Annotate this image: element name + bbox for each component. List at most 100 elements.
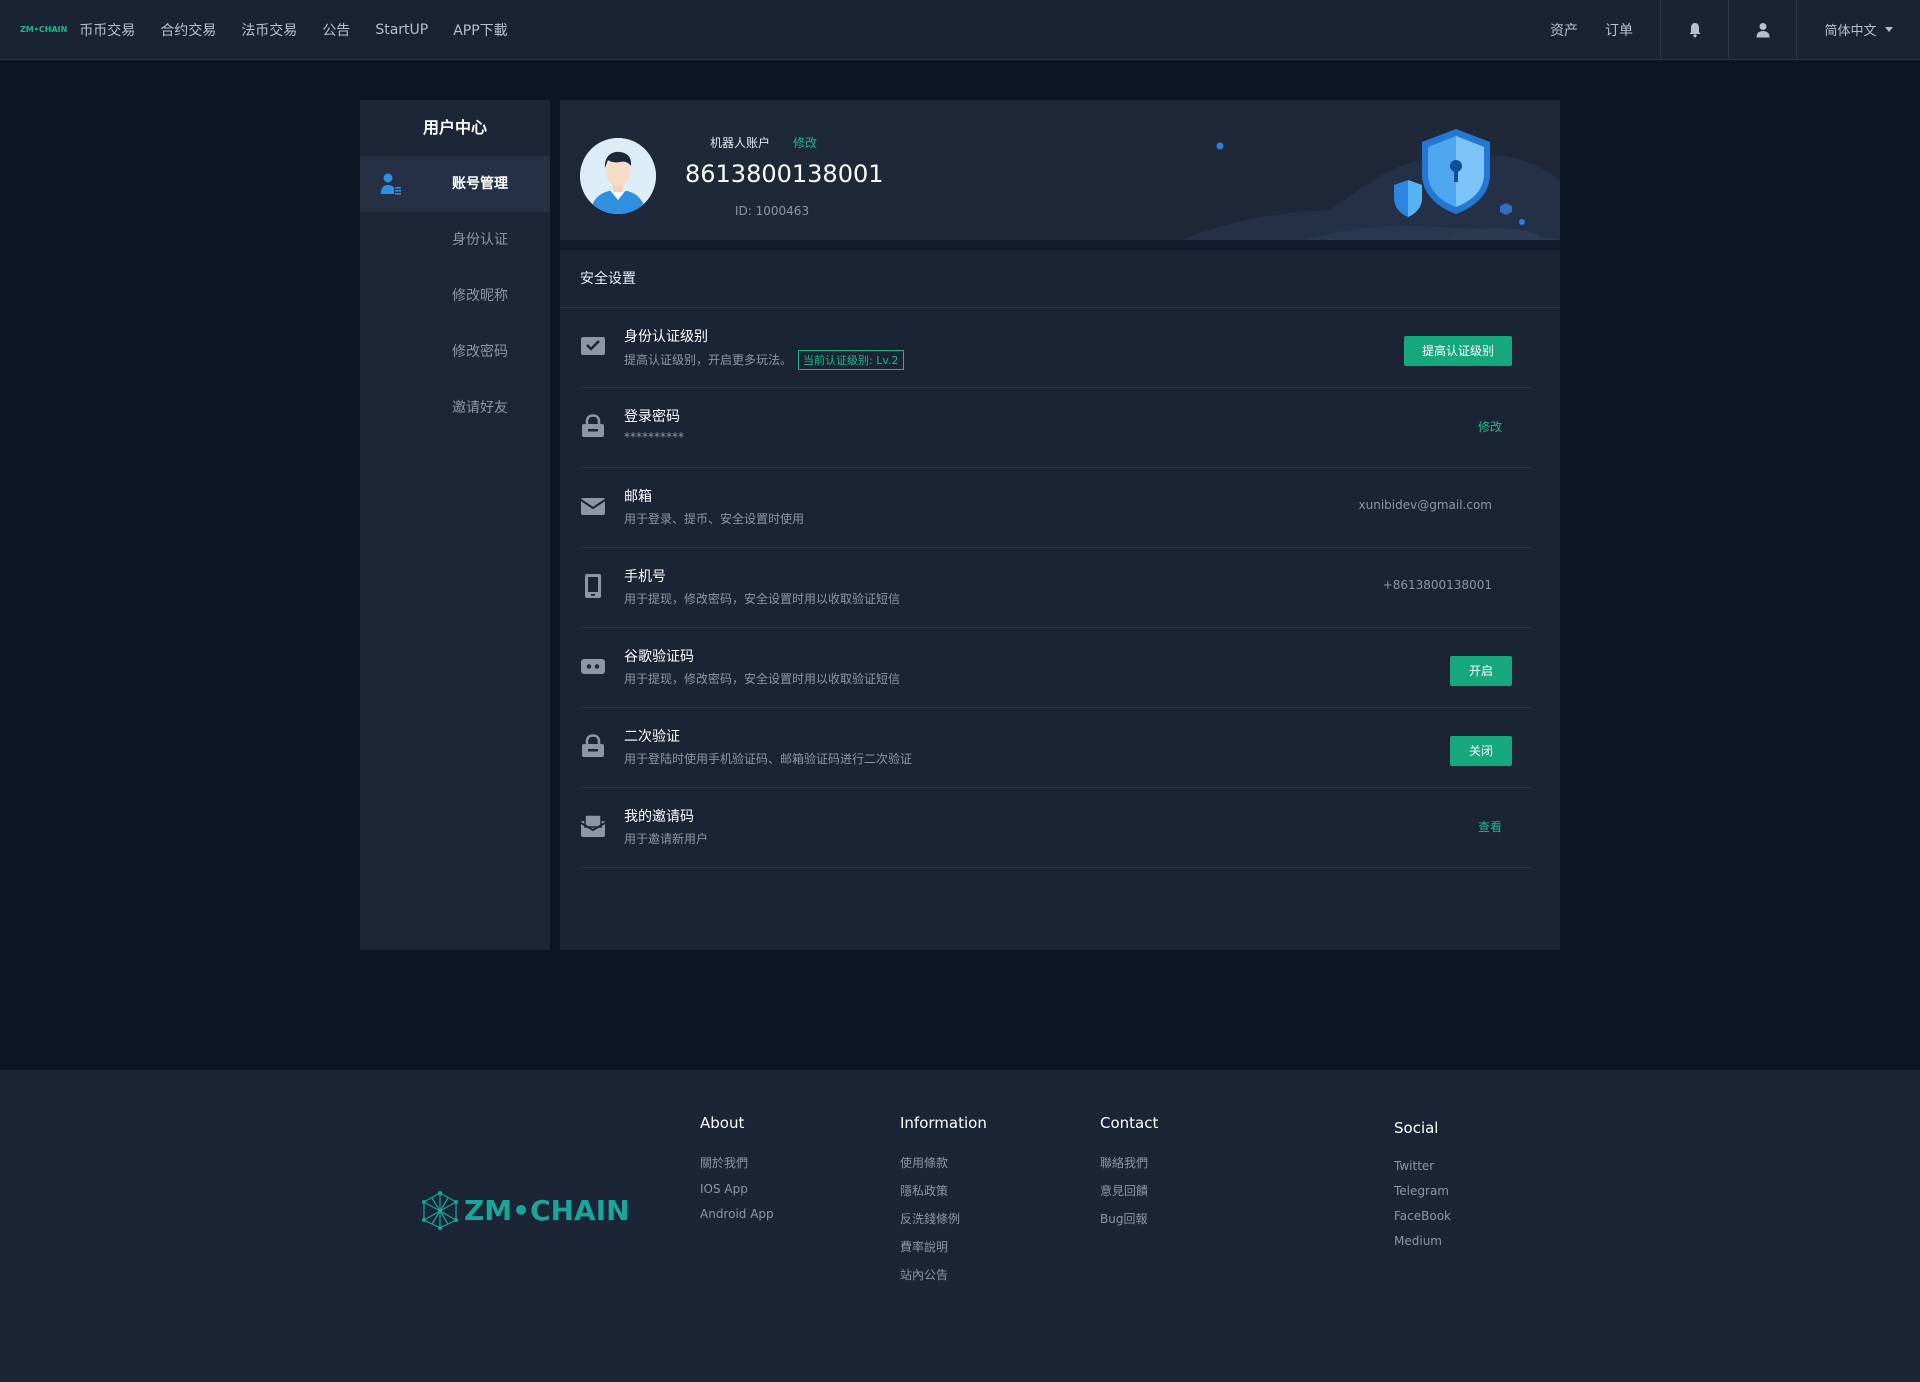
user-center-sidebar: 用户中心 账号管理 身份认证 修改昵称 修改密码 邀请好友	[360, 100, 550, 950]
footer-column-information: Information 使用條款 隱私政策 反洗錢條例 費率說明 站內公告	[900, 1114, 987, 1294]
chevron-down-icon	[1884, 27, 1893, 32]
nav-link-fiat-trading[interactable]: 法币交易	[241, 20, 297, 40]
footer-link-ios-app[interactable]: IOS App	[700, 1182, 774, 1196]
security-shield-illustration	[1182, 129, 1560, 240]
row-description: 用于登陆时使用手机验证码、邮箱验证码进行二次验证	[624, 752, 913, 766]
main-area: 用户中心 账号管理 身份认证 修改昵称 修改密码 邀请好友 机器人账户 修改 8…	[0, 60, 1920, 1070]
footer-link-aml[interactable]: 反洗錢條例	[900, 1210, 987, 1227]
enable-google-auth-button[interactable]: 开启	[1449, 656, 1512, 686]
edit-account-link[interactable]: 修改	[793, 134, 817, 151]
security-row-login-password: 登录密码 ********** 修改	[580, 388, 1532, 468]
row-description: 用于登录、提币、安全设置时使用	[624, 512, 805, 526]
row-description: 用于提现，修改密码，安全设置时用以收取验证短信	[624, 672, 901, 686]
user-list-icon	[381, 173, 401, 195]
footer-link-facebook[interactable]: FaceBook	[1394, 1209, 1451, 1223]
footer-link-fees[interactable]: 費率說明	[900, 1238, 987, 1255]
invite-envelope-icon	[580, 814, 606, 837]
footer-link-contact-us[interactable]: 聯絡我們	[1100, 1154, 1158, 1171]
nav-link-app-download[interactable]: APP下載	[453, 20, 507, 40]
sidebar-item-invite-friends[interactable]: 邀请好友	[360, 380, 550, 436]
footer-column-social: Social Twitter Telegram FaceBook Medium	[1394, 1119, 1451, 1259]
footer-column-about: About 關於我們 IOS App Android App	[700, 1114, 774, 1232]
profile-header: 机器人账户 修改 8613800138001 ID: 1000463	[560, 100, 1560, 250]
lock-icon	[582, 414, 604, 437]
security-settings-title: 安全设置	[560, 250, 1560, 308]
sidebar-item-account-management[interactable]: 账号管理	[360, 156, 550, 212]
account-content-panel: 机器人账户 修改 8613800138001 ID: 1000463 安全设置	[560, 100, 1560, 950]
id-card-icon	[581, 337, 605, 355]
row-title: 二次验证	[624, 729, 680, 745]
language-label: 简体中文	[1824, 24, 1877, 39]
footer-column-title: Contact	[1100, 1114, 1159, 1132]
footer-link-medium[interactable]: Medium	[1394, 1234, 1451, 1248]
notifications-button[interactable]	[1660, 0, 1728, 60]
top-navbar: ZM•CHAIN 币币交易 合约交易 法币交易 公告 StartUP APP下載…	[0, 0, 1920, 60]
email-value: xunibidev@gmail.com	[1358, 498, 1492, 512]
security-row-phone: 手机号 用于提现，修改密码，安全设置时用以收取验证短信 +86138001380…	[580, 548, 1532, 628]
raise-verification-level-button[interactable]: 提高认证级别	[1403, 336, 1512, 366]
sidebar-item-label: 邀请好友	[452, 400, 508, 416]
sidebar-item-label: 账号管理	[452, 176, 508, 192]
security-row-two-factor: 二次验证 用于登陆时使用手机验证码、邮箱验证码进行二次验证 关闭	[580, 708, 1532, 788]
user-menu-button[interactable]	[1728, 0, 1796, 60]
footer-link-feedback[interactable]: 意見回饋	[1100, 1182, 1158, 1199]
footer-link-android-app[interactable]: Android App	[700, 1207, 774, 1221]
view-invite-code-link[interactable]: 查看	[1478, 818, 1502, 835]
nav-link-startup[interactable]: StartUP	[375, 22, 428, 38]
avatar	[580, 138, 656, 214]
account-type-label: 机器人账户	[710, 136, 771, 150]
sidebar-title: 用户中心	[422, 118, 487, 137]
current-level-badge: 当前认证级别: Lv.2	[798, 350, 904, 370]
nav-link-contract-trading[interactable]: 合约交易	[160, 20, 216, 40]
authenticator-icon	[581, 659, 605, 674]
security-row-email: 邮箱 用于登录、提币、安全设置时使用 xunibidev@gmail.com	[580, 468, 1532, 548]
nav-right: 资产 订单 简体中文	[1550, 0, 1920, 60]
sidebar-item-change-password[interactable]: 修改密码	[360, 324, 550, 380]
footer-link-twitter[interactable]: Twitter	[1394, 1159, 1451, 1173]
row-title: 身份认证级别	[624, 329, 708, 345]
security-row-google-authenticator: 谷歌验证码 用于提现，修改密码，安全设置时用以收取验证短信 开启	[580, 628, 1532, 708]
nav-orders-link[interactable]: 订单	[1605, 20, 1633, 40]
network-logo-icon	[422, 1191, 458, 1230]
nav-assets-link[interactable]: 资产	[1550, 20, 1578, 40]
nav-link-announcements[interactable]: 公告	[322, 20, 350, 40]
disable-two-factor-button[interactable]: 关闭	[1449, 736, 1512, 766]
security-row-identity-level: 身份认证级别 提高认证级别，开启更多玩法。 当前认证级别: Lv.2 提高认证级别	[580, 308, 1532, 388]
footer-link-privacy[interactable]: 隱私政策	[900, 1182, 987, 1199]
footer-link-bug-report[interactable]: Bug回報	[1100, 1210, 1158, 1227]
nav-left: ZM•CHAIN 币币交易 合约交易 法币交易 公告 StartUP APP下載	[0, 0, 533, 59]
row-title: 手机号	[624, 569, 666, 585]
footer-column-title: Social	[1394, 1119, 1439, 1137]
user-icon	[1756, 22, 1769, 37]
footer-column-contact: Contact 聯絡我們 意見回饋 Bug回報	[1100, 1114, 1158, 1238]
nav-logo[interactable]: ZM•CHAIN	[20, 25, 67, 34]
sidebar-item-identity-verification[interactable]: 身份认证	[360, 212, 550, 268]
change-password-link[interactable]: 修改	[1478, 418, 1502, 435]
sidebar-item-change-nickname[interactable]: 修改昵称	[360, 268, 550, 324]
row-title: 谷歌验证码	[624, 649, 694, 665]
footer-link-telegram[interactable]: Telegram	[1394, 1184, 1451, 1198]
footer-column-title: About	[700, 1114, 745, 1132]
sidebar-item-label: 身份认证	[452, 232, 508, 248]
account-id: ID: 1000463	[735, 204, 810, 218]
email-icon	[580, 498, 606, 515]
footer-logo-text: ZM•CHAIN	[464, 1193, 630, 1227]
nav-link-spot-trading[interactable]: 币币交易	[79, 20, 135, 40]
phone-icon	[585, 574, 601, 598]
footer-column-title: Information	[900, 1114, 987, 1132]
footer-link-announcements[interactable]: 站內公告	[900, 1266, 987, 1283]
language-selector[interactable]: 简体中文	[1796, 0, 1920, 60]
security-settings-list: 身份认证级别 提高认证级别，开启更多玩法。 当前认证级别: Lv.2 提高认证级别…	[560, 308, 1560, 868]
footer-logo[interactable]: ZM•CHAIN	[420, 1190, 630, 1230]
footer-link-terms[interactable]: 使用條款	[900, 1154, 987, 1171]
row-title: 邮箱	[624, 489, 652, 505]
sidebar-item-label: 修改昵称	[452, 288, 508, 304]
sidebar-item-label: 修改密码	[452, 344, 508, 360]
lock-icon	[582, 734, 604, 757]
footer-link-about-us[interactable]: 關於我們	[700, 1154, 774, 1171]
security-row-invite-code: 我的邀请码 用于邀请新用户 查看	[580, 788, 1532, 868]
account-phone: 8613800138001	[685, 160, 884, 188]
row-title: 登录密码	[624, 409, 680, 425]
row-description: 用于提现，修改密码，安全设置时用以收取验证短信	[624, 592, 901, 606]
footer: ZM•CHAIN About 關於我們 IOS App Android App …	[0, 1070, 1920, 1382]
